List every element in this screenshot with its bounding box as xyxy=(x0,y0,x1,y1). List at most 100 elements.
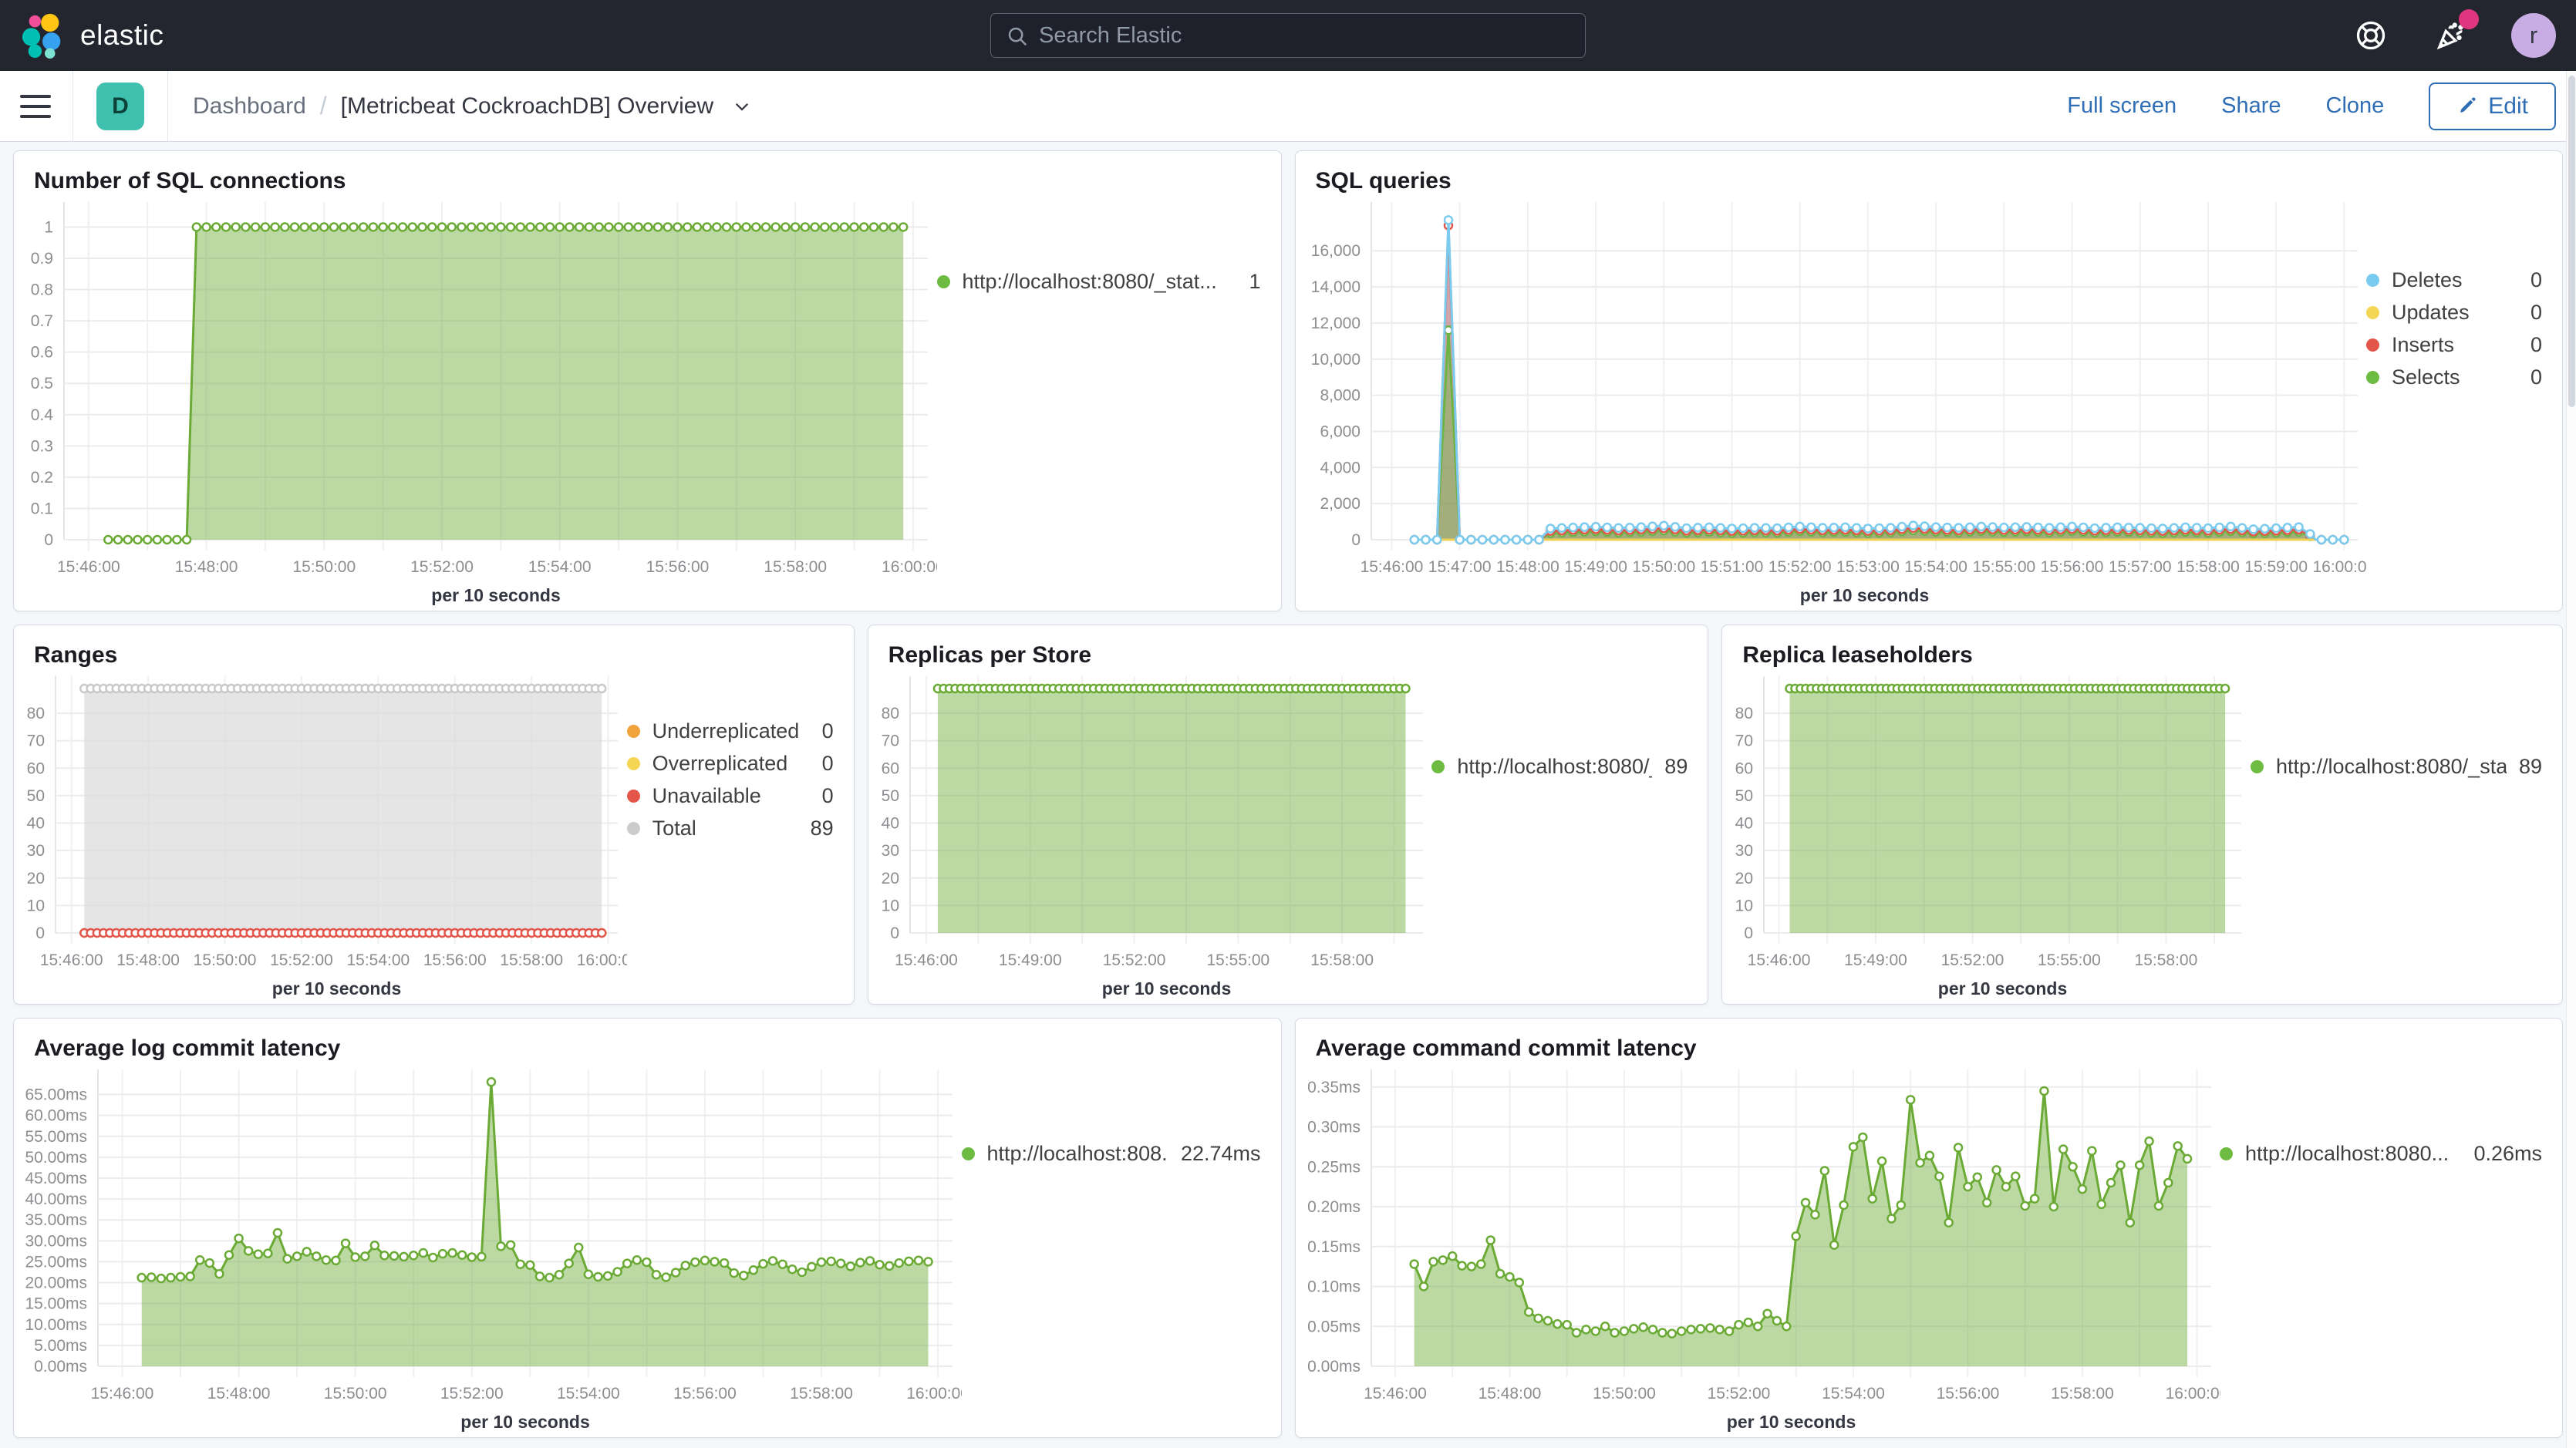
svg-text:0: 0 xyxy=(35,924,45,942)
dashboard-badge[interactable]: D xyxy=(96,83,144,130)
search-icon xyxy=(1006,25,1029,52)
svg-text:15:52:00: 15:52:00 xyxy=(1707,1385,1770,1403)
legend-item[interactable]: Deletes 0 xyxy=(2366,264,2542,296)
legend-item[interactable]: Total 89 xyxy=(627,812,834,844)
svg-text:per 10 seconds: per 10 seconds xyxy=(1938,978,2067,998)
svg-text:45.00ms: 45.00ms xyxy=(25,1170,87,1187)
legend-item[interactable]: Unavailable 0 xyxy=(627,780,834,812)
svg-text:80: 80 xyxy=(1735,705,1753,722)
svg-text:40: 40 xyxy=(27,815,45,833)
chart-ranges[interactable]: 0102030405060708015:46:0015:48:0015:50:0… xyxy=(22,668,627,1001)
legend-label: http://localhost:8080/_sta... xyxy=(1457,755,1652,779)
search-input[interactable] xyxy=(990,13,1586,58)
chart-replicas-per-store[interactable]: 0102030405060708015:46:0015:49:0015:52:0… xyxy=(876,668,1432,1001)
chart-replica-leaseholders[interactable]: 0102030405060708015:46:0015:49:0015:52:0… xyxy=(1730,668,2251,1001)
legend-label: Total xyxy=(652,817,798,840)
legend-label: Deletes xyxy=(2392,268,2518,292)
svg-text:15:58:00: 15:58:00 xyxy=(2176,558,2240,576)
legend-item[interactable]: http://localhost:8080... 0.26ms xyxy=(2220,1137,2542,1170)
svg-text:15:56:00: 15:56:00 xyxy=(423,951,487,969)
full-screen-button[interactable]: Full screen xyxy=(2067,93,2176,119)
legend-label: http://localhost:8080... xyxy=(2245,1142,2461,1166)
legend-item[interactable]: http://localhost:8080/_stat... 1 xyxy=(937,265,1261,298)
chevron-down-icon[interactable] xyxy=(732,96,752,116)
legend-value: 89 xyxy=(1664,755,1688,779)
breadcrumb-separator: / xyxy=(320,92,327,120)
svg-text:70: 70 xyxy=(27,732,45,750)
svg-text:5.00ms: 5.00ms xyxy=(34,1337,87,1355)
legend-item[interactable]: http://localhost:808... 22.74ms xyxy=(962,1137,1261,1170)
chart-sql-connections[interactable]: 00.10.20.30.40.50.60.70.80.9115:46:0015:… xyxy=(22,194,937,608)
svg-text:15:47:00: 15:47:00 xyxy=(1428,558,1491,576)
elastic-logo-icon[interactable] xyxy=(20,12,68,59)
svg-text:50: 50 xyxy=(27,787,45,805)
legend-item[interactable]: http://localhost:8080/_sta... 89 xyxy=(2251,750,2542,783)
panel-title: Replica leaseholders xyxy=(1722,625,2562,668)
legend-item[interactable]: Selects 0 xyxy=(2366,361,2542,393)
chart-sql-queries[interactable]: 02,0004,0006,0008,00010,00012,00014,0001… xyxy=(1303,194,2367,608)
svg-text:0.15ms: 0.15ms xyxy=(1307,1238,1360,1256)
svg-text:15:52:00: 15:52:00 xyxy=(410,558,474,576)
svg-text:15:56:00: 15:56:00 xyxy=(646,558,710,576)
svg-text:0: 0 xyxy=(890,924,899,942)
chart-log-commit-latency[interactable]: 0.00ms5.00ms10.00ms15.00ms20.00ms25.00ms… xyxy=(22,1062,962,1434)
legend-value: 0 xyxy=(2530,333,2542,357)
legend-dot xyxy=(627,725,640,738)
help-button[interactable] xyxy=(2351,15,2391,56)
svg-text:15:59:00: 15:59:00 xyxy=(2244,558,2308,576)
svg-text:60: 60 xyxy=(1735,759,1753,777)
svg-text:15:49:00: 15:49:00 xyxy=(999,951,1062,969)
breadcrumb-dashboard[interactable]: Dashboard xyxy=(193,93,306,120)
legend-item[interactable]: Overreplicated 0 xyxy=(627,747,834,780)
legend-label: Selects xyxy=(2392,365,2518,389)
svg-text:8,000: 8,000 xyxy=(1320,387,1360,405)
legend-item[interactable]: Underreplicated 0 xyxy=(627,715,834,747)
dashboard-grid: Number of SQL connections 00.10.20.30.40… xyxy=(0,142,2576,1438)
legend-label: Underreplicated xyxy=(652,719,810,743)
legend-item[interactable]: http://localhost:8080/_sta... 89 xyxy=(1431,750,1688,783)
legend-label: Inserts xyxy=(2392,333,2518,357)
svg-text:10.00ms: 10.00ms xyxy=(25,1316,87,1334)
svg-text:15:48:00: 15:48:00 xyxy=(116,951,180,969)
svg-text:0.3: 0.3 xyxy=(31,437,53,455)
svg-text:15:58:00: 15:58:00 xyxy=(790,1385,853,1403)
svg-text:15:56:00: 15:56:00 xyxy=(673,1385,737,1403)
svg-text:0.9: 0.9 xyxy=(31,250,53,268)
chart-legend: Underreplicated 0 Overreplicated 0 Unava… xyxy=(627,668,849,1001)
legend-item[interactable]: Updates 0 xyxy=(2366,296,2542,328)
legend-dot xyxy=(1431,760,1445,773)
menu-button[interactable] xyxy=(20,95,51,118)
svg-text:15:52:00: 15:52:00 xyxy=(440,1385,504,1403)
svg-text:15:56:00: 15:56:00 xyxy=(1936,1385,1999,1403)
legend-value: 0 xyxy=(2530,268,2542,292)
svg-text:15:46:00: 15:46:00 xyxy=(1364,1385,1427,1403)
svg-text:40: 40 xyxy=(1735,815,1753,833)
clone-button[interactable]: Clone xyxy=(2326,93,2385,119)
breadcrumb: Dashboard / [Metricbeat CockroachDB] Ove… xyxy=(193,92,752,120)
svg-text:55.00ms: 55.00ms xyxy=(25,1128,87,1146)
svg-text:15:58:00: 15:58:00 xyxy=(500,951,563,969)
page-scrollbar[interactable] xyxy=(2566,71,2576,1448)
svg-text:20: 20 xyxy=(1735,870,1753,887)
svg-text:0: 0 xyxy=(1351,531,1360,549)
svg-text:15:49:00: 15:49:00 xyxy=(1844,951,1907,969)
legend-value: 0 xyxy=(2530,365,2542,389)
edit-button[interactable]: Edit xyxy=(2429,83,2556,130)
pencil-icon xyxy=(2456,96,2477,116)
user-avatar[interactable]: r xyxy=(2511,13,2556,58)
chart-legend: http://localhost:8080/_sta... 89 xyxy=(2251,668,2557,1001)
app-header: elastic xyxy=(0,0,2576,71)
svg-text:15:50:00: 15:50:00 xyxy=(194,951,257,969)
global-search xyxy=(990,13,1586,58)
panel-replica-leaseholders: Replica leaseholders 0102030405060708015… xyxy=(1721,625,2563,1005)
page-title: [Metricbeat CockroachDB] Overview xyxy=(341,93,714,120)
panel-replicas-per-store: Replicas per Store 0102030405060708015:4… xyxy=(868,625,1709,1005)
svg-text:1: 1 xyxy=(44,218,53,236)
svg-text:80: 80 xyxy=(27,705,45,722)
legend-item[interactable]: Inserts 0 xyxy=(2366,328,2542,361)
share-button[interactable]: Share xyxy=(2221,93,2281,119)
chart-command-commit-latency[interactable]: 0.00ms0.05ms0.10ms0.15ms0.20ms0.25ms0.30… xyxy=(1303,1062,2220,1434)
scrollbar-thumb[interactable] xyxy=(2568,76,2575,407)
whats-new-button[interactable] xyxy=(2431,15,2471,56)
svg-text:0.25ms: 0.25ms xyxy=(1307,1158,1360,1176)
